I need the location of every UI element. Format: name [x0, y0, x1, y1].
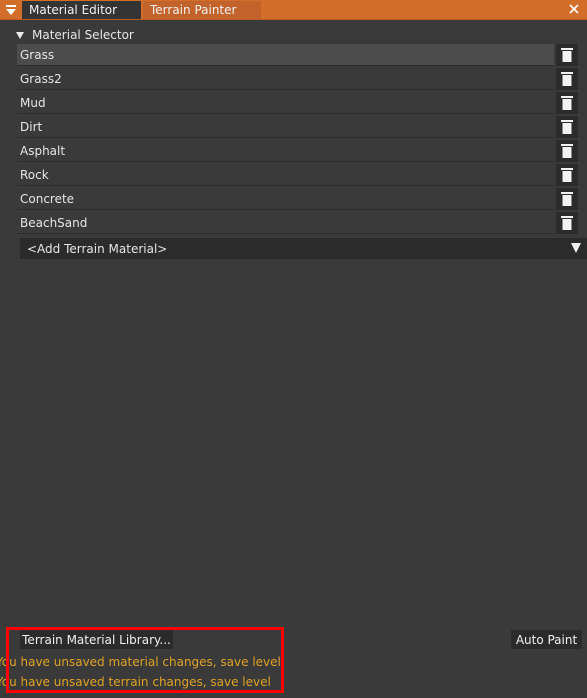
material-row[interactable]: Dirt	[17, 116, 579, 138]
add-material-label: <Add Terrain Material>	[27, 241, 168, 256]
material-selector-header[interactable]: Material Selector	[16, 26, 134, 44]
trash-icon[interactable]	[556, 92, 578, 114]
material-row[interactable]: BeachSand	[17, 212, 579, 234]
trash-icon[interactable]	[556, 116, 578, 138]
dropdown-arrow-icon[interactable]	[571, 243, 581, 253]
tab-label: Material Editor	[29, 3, 118, 17]
material-name[interactable]: Grass2	[17, 68, 554, 90]
close-icon[interactable]	[567, 2, 581, 16]
material-name[interactable]: Grass	[17, 44, 554, 66]
material-name[interactable]: Mud	[17, 92, 554, 114]
material-name[interactable]: Rock	[17, 164, 554, 186]
material-name[interactable]: Concrete	[17, 188, 554, 210]
trash-icon[interactable]	[556, 44, 578, 66]
trash-icon[interactable]	[556, 164, 578, 186]
material-row[interactable]: Concrete	[17, 188, 579, 210]
tab-material-editor[interactable]: Material Editor	[22, 1, 141, 19]
trash-icon[interactable]	[556, 140, 578, 162]
material-name[interactable]: BeachSand	[17, 212, 554, 234]
material-name[interactable]: Dirt	[17, 116, 554, 138]
material-row[interactable]: Grass2	[17, 68, 579, 90]
trash-icon[interactable]	[556, 188, 578, 210]
tab-terrain-painter[interactable]: Terrain Painter	[143, 1, 261, 19]
auto-paint-button[interactable]: Auto Paint	[511, 630, 582, 649]
section-title: Material Selector	[32, 28, 134, 42]
unsaved-terrain-warning: You have unsaved terrain changes, save l…	[0, 675, 271, 689]
material-row[interactable]: Asphalt	[17, 140, 579, 162]
collapse-arrow-icon[interactable]	[16, 31, 24, 39]
material-row[interactable]: Mud	[17, 92, 579, 114]
material-row[interactable]: Rock	[17, 164, 579, 186]
add-terrain-material-dropdown[interactable]: <Add Terrain Material>	[20, 238, 587, 259]
window-tab-bar: Material Editor Terrain Painter	[0, 0, 587, 20]
trash-icon[interactable]	[556, 212, 578, 234]
tab-label: Terrain Painter	[150, 3, 237, 17]
material-row[interactable]: Grass	[17, 44, 579, 66]
material-name[interactable]: Asphalt	[17, 140, 554, 162]
tab-menu-dropdown-icon[interactable]	[0, 0, 22, 19]
unsaved-material-warning: You have unsaved material changes, save …	[0, 655, 281, 669]
trash-icon[interactable]	[556, 68, 578, 90]
material-list: Grass Grass2 Mud Dirt Asphalt Rock Concr…	[17, 44, 579, 236]
terrain-material-library-button[interactable]: Terrain Material Library...	[20, 630, 173, 649]
